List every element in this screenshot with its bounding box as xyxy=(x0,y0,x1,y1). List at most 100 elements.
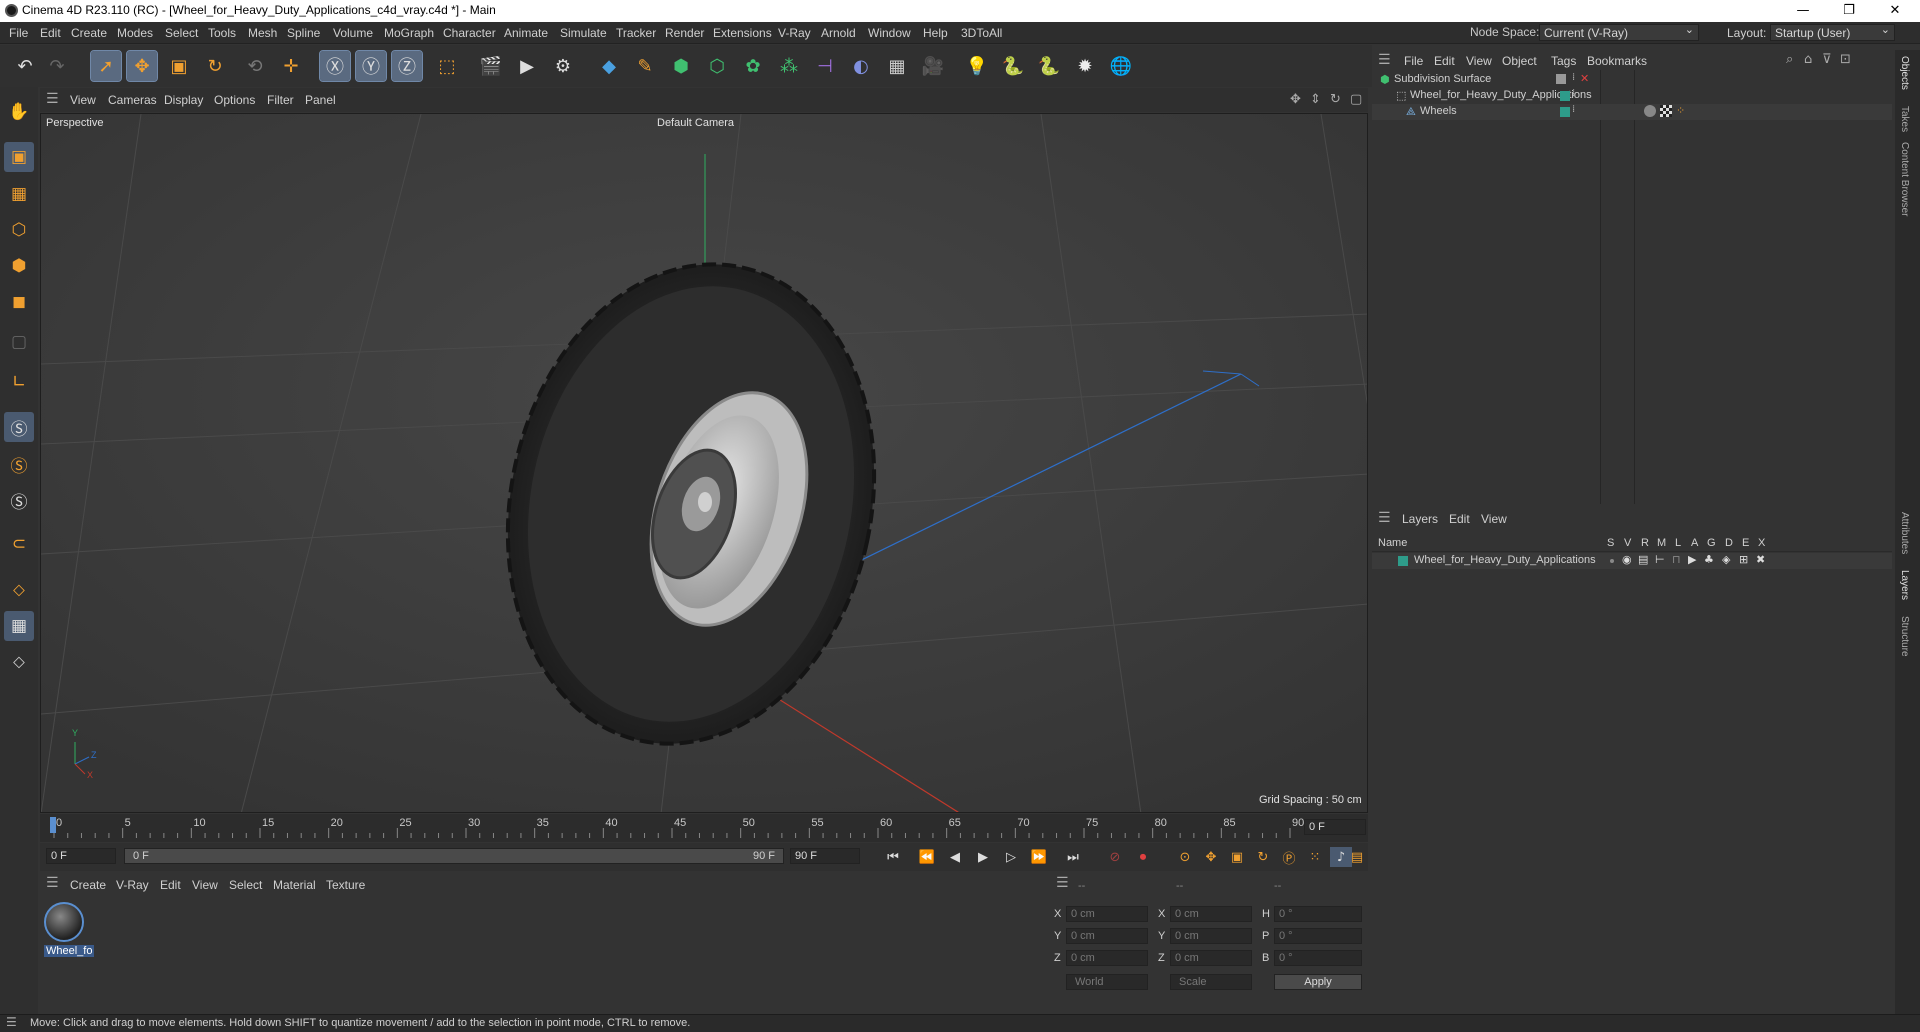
size-x-field[interactable]: 0 cm xyxy=(1170,906,1252,922)
render-settings-icon[interactable]: ⚙ xyxy=(548,51,578,81)
subdivision-icon[interactable]: ⬢ xyxy=(666,51,696,81)
xref-icon[interactable]: ✖ xyxy=(1756,553,1765,566)
phong-tag-icon[interactable] xyxy=(1644,105,1656,117)
layer-menu-view[interactable]: View xyxy=(1481,512,1507,526)
generator-icon[interactable]: ♣ xyxy=(1704,553,1714,566)
menu-3dtoall[interactable]: 3DToAll xyxy=(961,26,1002,40)
snap-3d-icon[interactable]: Ⓢ xyxy=(4,485,34,515)
menu-render[interactable]: Render xyxy=(665,26,704,40)
deformer-icon[interactable]: ⊣ xyxy=(810,51,840,81)
render-icon[interactable]: ▤ xyxy=(1638,553,1648,566)
texture-mode-icon[interactable]: ▦ xyxy=(4,179,34,209)
field-icon[interactable]: ◐ xyxy=(846,51,876,81)
eye-icon[interactable]: ◉ xyxy=(1622,553,1632,566)
lock-icon[interactable]: ⊓ xyxy=(1672,553,1681,566)
close-button[interactable]: ✕ xyxy=(1872,0,1918,22)
layer-name[interactable]: Wheel_for_Heavy_Duty_Applications xyxy=(1414,554,1596,566)
scale-tool-icon[interactable]: ▣ xyxy=(164,51,194,81)
autokey-icon[interactable]: ⏺ xyxy=(1132,847,1154,867)
node-space-dropdown[interactable]: Current (V-Ray) xyxy=(1539,23,1699,41)
menu-vray[interactable]: V-Ray xyxy=(778,26,811,40)
object-name[interactable]: Wheels xyxy=(1420,105,1457,117)
timeline-icon[interactable]: ▤ xyxy=(1346,847,1368,867)
obj-menu-tags[interactable]: Tags xyxy=(1551,54,1576,68)
object-row[interactable]: ⬢ Subdivision Surface ⁞ ✕ xyxy=(1372,72,1892,88)
search-icon[interactable]: ⌕ xyxy=(1786,52,1793,67)
menu-modes[interactable]: Modes xyxy=(117,26,153,40)
viewport-menu-panel[interactable]: Panel xyxy=(305,93,336,107)
settings-gear-icon[interactable]: ✹ xyxy=(1070,51,1100,81)
uv-mode-icon[interactable]: ▢ xyxy=(4,327,34,357)
python-icon[interactable]: 🐍 xyxy=(998,51,1028,81)
tab-content-browser[interactable]: Content Browser xyxy=(1899,142,1910,216)
model-mode-icon[interactable]: ▣ xyxy=(4,142,34,172)
rotation-p-field[interactable]: 0 ° xyxy=(1274,928,1362,944)
menu-mesh[interactable]: Mesh xyxy=(248,26,277,40)
scale-dropdown[interactable]: Scale xyxy=(1170,974,1252,990)
menu-volume[interactable]: Volume xyxy=(333,26,373,40)
position-y-field[interactable]: 0 cm xyxy=(1066,928,1148,944)
layer-menu-layers[interactable]: Layers xyxy=(1402,512,1438,526)
camera-icon[interactable]: 🎥 xyxy=(918,51,948,81)
layer-row[interactable]: Wheel_for_Heavy_Duty_Applications ◉ ▤ ⊢ … xyxy=(1372,553,1892,569)
material-name[interactable]: Wheel_fo xyxy=(44,945,95,957)
status-hamburger-icon[interactable]: ☰ xyxy=(6,1015,17,1029)
viewport-rotate-icon[interactable]: ↻ xyxy=(1330,92,1341,107)
start-frame-field[interactable]: 0 F xyxy=(46,848,116,864)
viewport-menu-cameras[interactable]: Cameras xyxy=(108,93,157,107)
visibility-dots-icon[interactable]: ⁞ xyxy=(1572,88,1575,99)
menu-window[interactable]: Window xyxy=(868,26,911,40)
redo-icon[interactable]: ↷ xyxy=(42,51,72,81)
tab-structure[interactable]: Structure xyxy=(1899,616,1910,657)
x-axis-lock-icon[interactable]: Ⓧ xyxy=(319,50,351,82)
rotation-h-field[interactable]: 0 ° xyxy=(1274,906,1362,922)
visibility-dots-icon[interactable]: ⁞ xyxy=(1572,72,1575,83)
object-hamburger-icon[interactable]: ☰ xyxy=(1378,52,1391,68)
menu-tracker[interactable]: Tracker xyxy=(616,26,656,40)
world-dropdown[interactable]: World xyxy=(1066,974,1148,990)
size-z-field[interactable]: 0 cm xyxy=(1170,950,1252,966)
obj-menu-edit[interactable]: Edit xyxy=(1434,54,1455,68)
menu-extensions[interactable]: Extensions xyxy=(713,26,772,40)
render-view-icon[interactable]: ▶ xyxy=(512,51,542,81)
next-key-icon[interactable]: ⏩ xyxy=(1028,847,1050,867)
move-tool-icon[interactable]: ✥ xyxy=(126,50,158,82)
deformer-layer-icon[interactable]: ◈ xyxy=(1722,553,1730,566)
solo-dot-icon[interactable] xyxy=(1610,559,1614,563)
key-rotation-icon[interactable]: ↻ xyxy=(1252,847,1274,867)
key-pla-icon[interactable]: ⁙ xyxy=(1304,847,1326,867)
magnet-icon[interactable]: ⊂ xyxy=(4,529,34,559)
pen-spline-icon[interactable]: ✎ xyxy=(630,51,660,81)
viewport-zoom-icon[interactable]: ⇕ xyxy=(1310,92,1321,107)
viewport-menu-display[interactable]: Display xyxy=(164,93,203,107)
make-editable-icon[interactable]: ✋ xyxy=(4,97,34,127)
viewport-menu-view[interactable]: View xyxy=(70,93,96,107)
layout-dropdown[interactable]: Startup (User) xyxy=(1770,23,1895,41)
minimize-button[interactable]: — xyxy=(1780,0,1826,22)
object-name[interactable]: Subdivision Surface xyxy=(1394,73,1491,85)
mat-menu-edit[interactable]: Edit xyxy=(160,878,181,892)
expression-icon[interactable]: ⊞ xyxy=(1739,553,1748,566)
tab-attributes[interactable]: Attributes xyxy=(1899,512,1910,554)
go-to-end-icon[interactable]: ⏭ xyxy=(1062,847,1084,867)
viewport-3d[interactable]: Perspective Default Camera Grid Spacing … xyxy=(40,113,1368,813)
edge-mode-icon[interactable]: ⬢ xyxy=(4,251,34,281)
snap-settings-icon[interactable]: Ⓢ xyxy=(4,449,34,479)
viewport-move-icon[interactable]: ✥ xyxy=(1290,92,1301,107)
menu-create[interactable]: Create xyxy=(71,26,107,40)
object-row[interactable]: ⬚ Wheel_for_Heavy_Duty_Applications ⁞ xyxy=(1372,88,1892,104)
axis-mode-icon[interactable]: ∟ xyxy=(4,367,34,397)
rotate-tool-icon[interactable]: ↻ xyxy=(200,51,230,81)
manager-icon[interactable]: ⊢ xyxy=(1655,553,1665,566)
timeline-playhead[interactable] xyxy=(50,817,56,833)
key-scale-icon[interactable]: ▣ xyxy=(1226,847,1248,867)
maximize-button[interactable]: ❐ xyxy=(1826,0,1872,22)
filter-icon[interactable]: ⊽ xyxy=(1822,52,1832,67)
keyframe-selection-icon[interactable]: ⊙ xyxy=(1174,847,1196,867)
timeline-ruler[interactable]: 0 5 10 15 20 25 30 35 40 45 50 55 60 65 70 75 80 85 90 0 F xyxy=(40,814,1368,842)
viewport-menu-options[interactable]: Options xyxy=(214,93,255,107)
obj-menu-object[interactable]: Object xyxy=(1502,54,1537,68)
key-position-icon[interactable]: ✥ xyxy=(1200,847,1222,867)
current-frame-field[interactable]: 0 F xyxy=(1304,819,1366,835)
prev-key-icon[interactable]: ⏪ xyxy=(916,847,938,867)
